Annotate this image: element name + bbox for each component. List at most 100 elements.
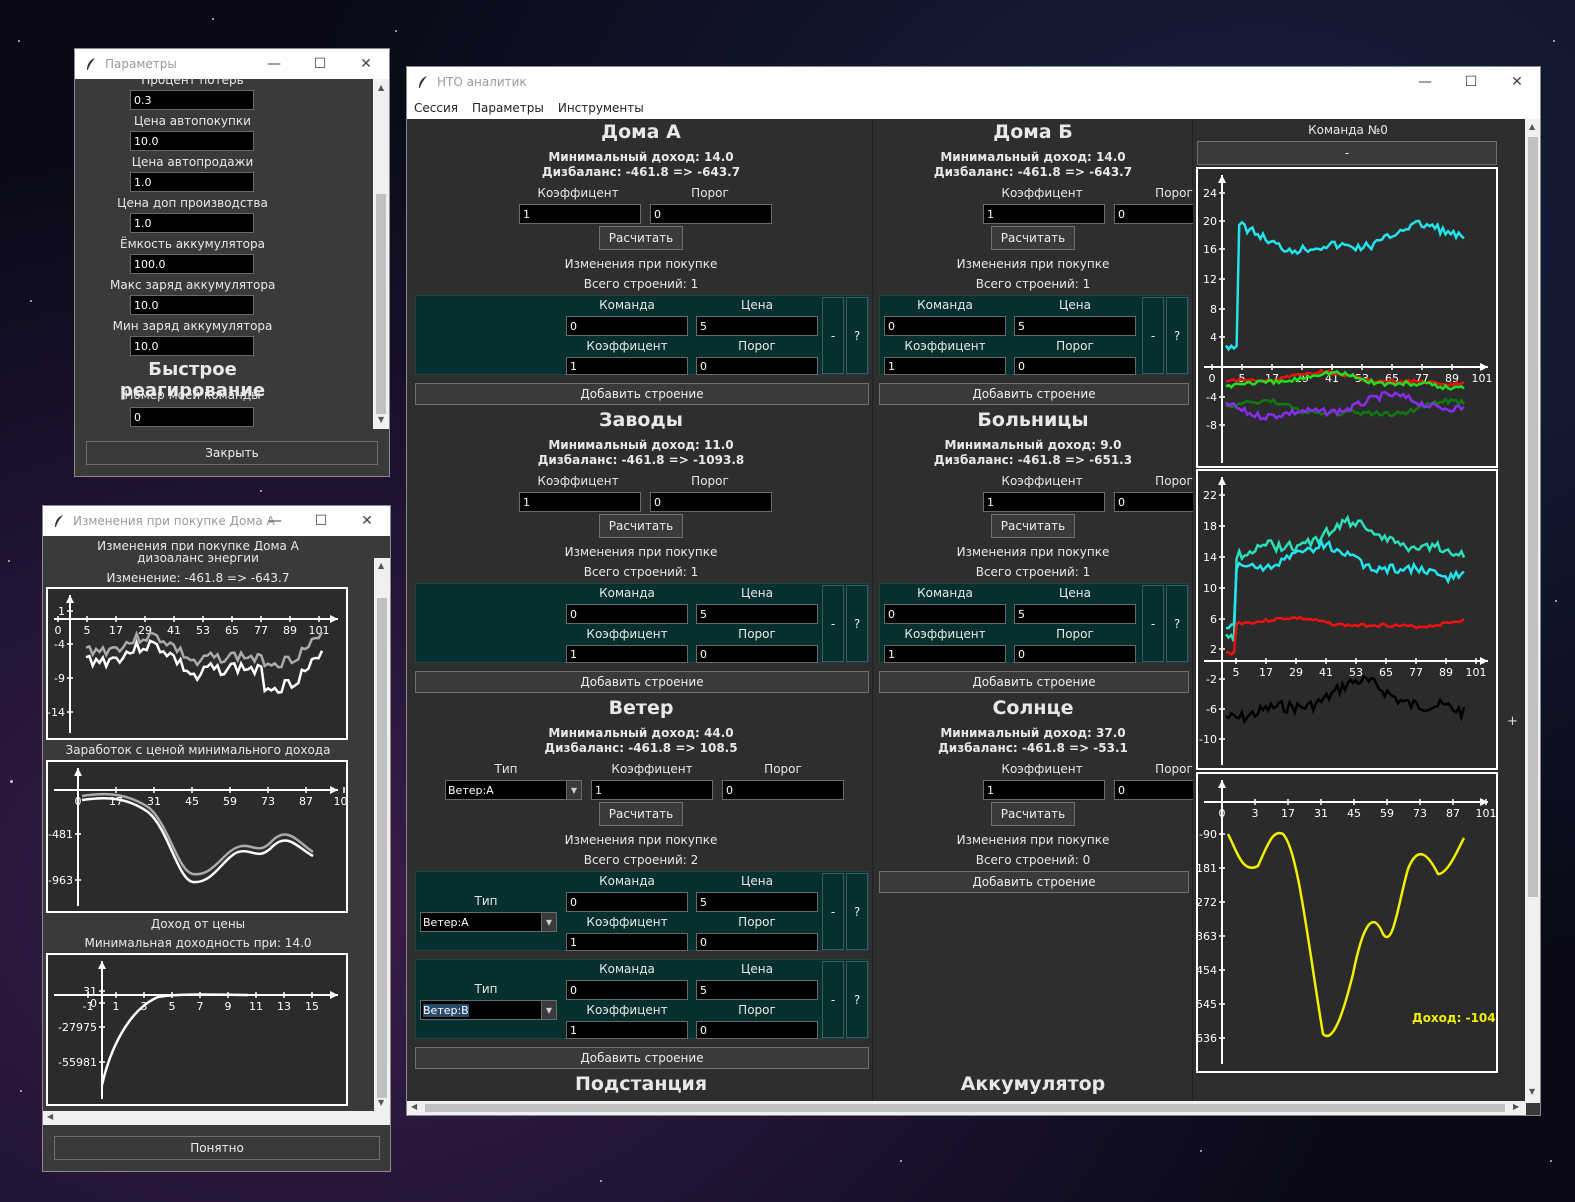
menu-session[interactable]: Сессия [407, 101, 465, 115]
remove-building-button[interactable]: - [822, 297, 844, 374]
team-input[interactable]: 0 [566, 604, 688, 624]
type-select[interactable]: Ветер:А ▼ [445, 780, 582, 800]
threshold-input[interactable]: 0 [722, 780, 844, 800]
coef-input[interactable]: 1 [519, 492, 641, 512]
maximize-icon[interactable]: ☐ [298, 506, 344, 536]
add-building-button[interactable]: Добавить строение [879, 383, 1189, 405]
changes-on-buy-label[interactable]: Изменения при покупке [411, 257, 871, 271]
main-titlebar[interactable]: НТО аналитик — ☐ ✕ [407, 67, 1540, 97]
threshold-input[interactable]: 0 [696, 1021, 818, 1039]
changes-titlebar[interactable]: Изменения при покупке Дома А — ☐ ✕ [43, 506, 390, 536]
param-input[interactable]: 1.0 [130, 213, 254, 233]
minimize-icon[interactable]: — [251, 49, 297, 79]
minimize-icon[interactable]: — [1402, 67, 1448, 97]
changes-on-buy-label[interactable]: Изменения при покупке [875, 545, 1191, 559]
add-building-button[interactable]: Добавить строение [415, 383, 869, 405]
close-button[interactable]: Закрыть [86, 441, 378, 465]
threshold-input[interactable]: 0 [696, 357, 818, 375]
calculate-button[interactable]: Расчитать [991, 226, 1075, 250]
changes-on-buy-label[interactable]: Изменения при покупке [875, 833, 1191, 847]
coef-input[interactable]: 1 [884, 357, 1006, 375]
calculate-button[interactable]: Расчитать [599, 514, 683, 538]
close-icon[interactable]: ✕ [343, 49, 389, 79]
coef-input[interactable]: 1 [983, 204, 1105, 224]
team-input[interactable]: 0 [884, 604, 1006, 624]
coef-input[interactable]: 1 [519, 204, 641, 224]
changes-scrollbar-h[interactable]: ◀ [43, 1111, 390, 1125]
add-building-button[interactable]: Добавить строение [415, 1047, 869, 1069]
team-input[interactable]: 0 [566, 980, 688, 1000]
add-building-button[interactable]: Добавить строение [415, 671, 869, 693]
threshold-input[interactable]: 0 [696, 645, 818, 663]
calculate-button[interactable]: Расчитать [991, 514, 1075, 538]
param-input[interactable]: 10.0 [130, 295, 254, 315]
add-building-button[interactable]: Добавить строение [879, 671, 1189, 693]
main-scrollbar-h[interactable]: ◀ ▶ [407, 1101, 1526, 1115]
close-icon[interactable]: ✕ [1494, 67, 1540, 97]
threshold-input[interactable]: 0 [1014, 357, 1136, 375]
building-info-button[interactable]: ? [846, 297, 868, 374]
building-info-button[interactable]: ? [846, 585, 868, 662]
coef-input[interactable]: 1 [566, 933, 688, 951]
param-input[interactable]: 1.0 [130, 172, 254, 192]
price-input[interactable]: 5 [1014, 604, 1136, 624]
remove-building-button[interactable]: - [1142, 585, 1164, 662]
coef-input[interactable]: 1 [566, 645, 688, 663]
minimize-icon[interactable]: — [252, 506, 298, 536]
remove-building-button[interactable]: - [822, 585, 844, 662]
changes-scrollbar-v[interactable]: ▲ ▼ [374, 558, 390, 1112]
threshold-input[interactable]: 0 [650, 204, 772, 224]
coef-input[interactable]: 1 [591, 780, 713, 800]
team-select-button[interactable]: - [1197, 141, 1497, 165]
price-input[interactable]: 5 [696, 980, 818, 1000]
coef-input[interactable]: 1 [566, 357, 688, 375]
coef-input[interactable]: 1 [566, 1021, 688, 1039]
type-select[interactable]: Ветер:А ▼ [420, 912, 557, 932]
param-input[interactable]: 10.0 [130, 336, 254, 356]
building-info-button[interactable]: ? [846, 873, 868, 950]
params-titlebar[interactable]: Параметры — ☐ ✕ [75, 49, 389, 79]
price-input[interactable]: 5 [696, 892, 818, 912]
calculate-button[interactable]: Расчитать [991, 802, 1075, 826]
expand-icon[interactable]: + [1507, 714, 1518, 729]
price-input[interactable]: 5 [696, 604, 818, 624]
main-scrollbar-v[interactable]: ▲ ▼ [1525, 119, 1540, 1103]
team-input[interactable]: 0 [566, 316, 688, 336]
type-select[interactable]: Ветер:В ▼ [420, 1000, 557, 1020]
params-scrollbar[interactable]: ▲ ▼ [373, 79, 389, 429]
threshold-input[interactable]: 0 [1014, 645, 1136, 663]
coef-input[interactable]: 1 [983, 780, 1105, 800]
close-icon[interactable]: ✕ [344, 506, 390, 536]
price-input[interactable]: 5 [1014, 316, 1136, 336]
price-input[interactable]: 5 [696, 316, 818, 336]
coef-input[interactable]: 1 [983, 492, 1105, 512]
team-number-input[interactable]: 0 [130, 407, 254, 427]
menu-params[interactable]: Параметры [465, 101, 551, 115]
threshold-input[interactable]: 0 [650, 492, 772, 512]
team-input[interactable]: 0 [884, 316, 1006, 336]
remove-building-button[interactable]: - [822, 961, 844, 1038]
threshold-input[interactable]: 0 [696, 933, 818, 951]
add-building-button[interactable]: Добавить строение [879, 871, 1189, 893]
param-input[interactable]: 0.3 [130, 90, 254, 110]
building-info-button[interactable]: ? [846, 961, 868, 1038]
remove-building-button[interactable]: - [822, 873, 844, 950]
param-input[interactable]: 100.0 [130, 254, 254, 274]
menu-tools[interactable]: Инструменты [551, 101, 651, 115]
calculate-button[interactable]: Расчитать [599, 226, 683, 250]
changes-on-buy-label[interactable]: Изменения при покупке [411, 833, 871, 847]
ok-button[interactable]: Понятно [54, 1136, 380, 1160]
maximize-icon[interactable]: ☐ [1448, 67, 1494, 97]
maximize-icon[interactable]: ☐ [297, 49, 343, 79]
building-info-button[interactable]: ? [1166, 297, 1188, 374]
building-info-button[interactable]: ? [1166, 585, 1188, 662]
calculate-button[interactable]: Расчитать [599, 802, 683, 826]
param-input[interactable]: 10.0 [130, 131, 254, 151]
changes-on-buy-label[interactable]: Изменения при покупке [875, 257, 1191, 271]
price-label: Цена [741, 298, 773, 312]
x-tick-label: 17 [109, 624, 123, 637]
team-input[interactable]: 0 [566, 892, 688, 912]
coef-input[interactable]: 1 [884, 645, 1006, 663]
remove-building-button[interactable]: - [1142, 297, 1164, 374]
changes-on-buy-label[interactable]: Изменения при покупке [411, 545, 871, 559]
